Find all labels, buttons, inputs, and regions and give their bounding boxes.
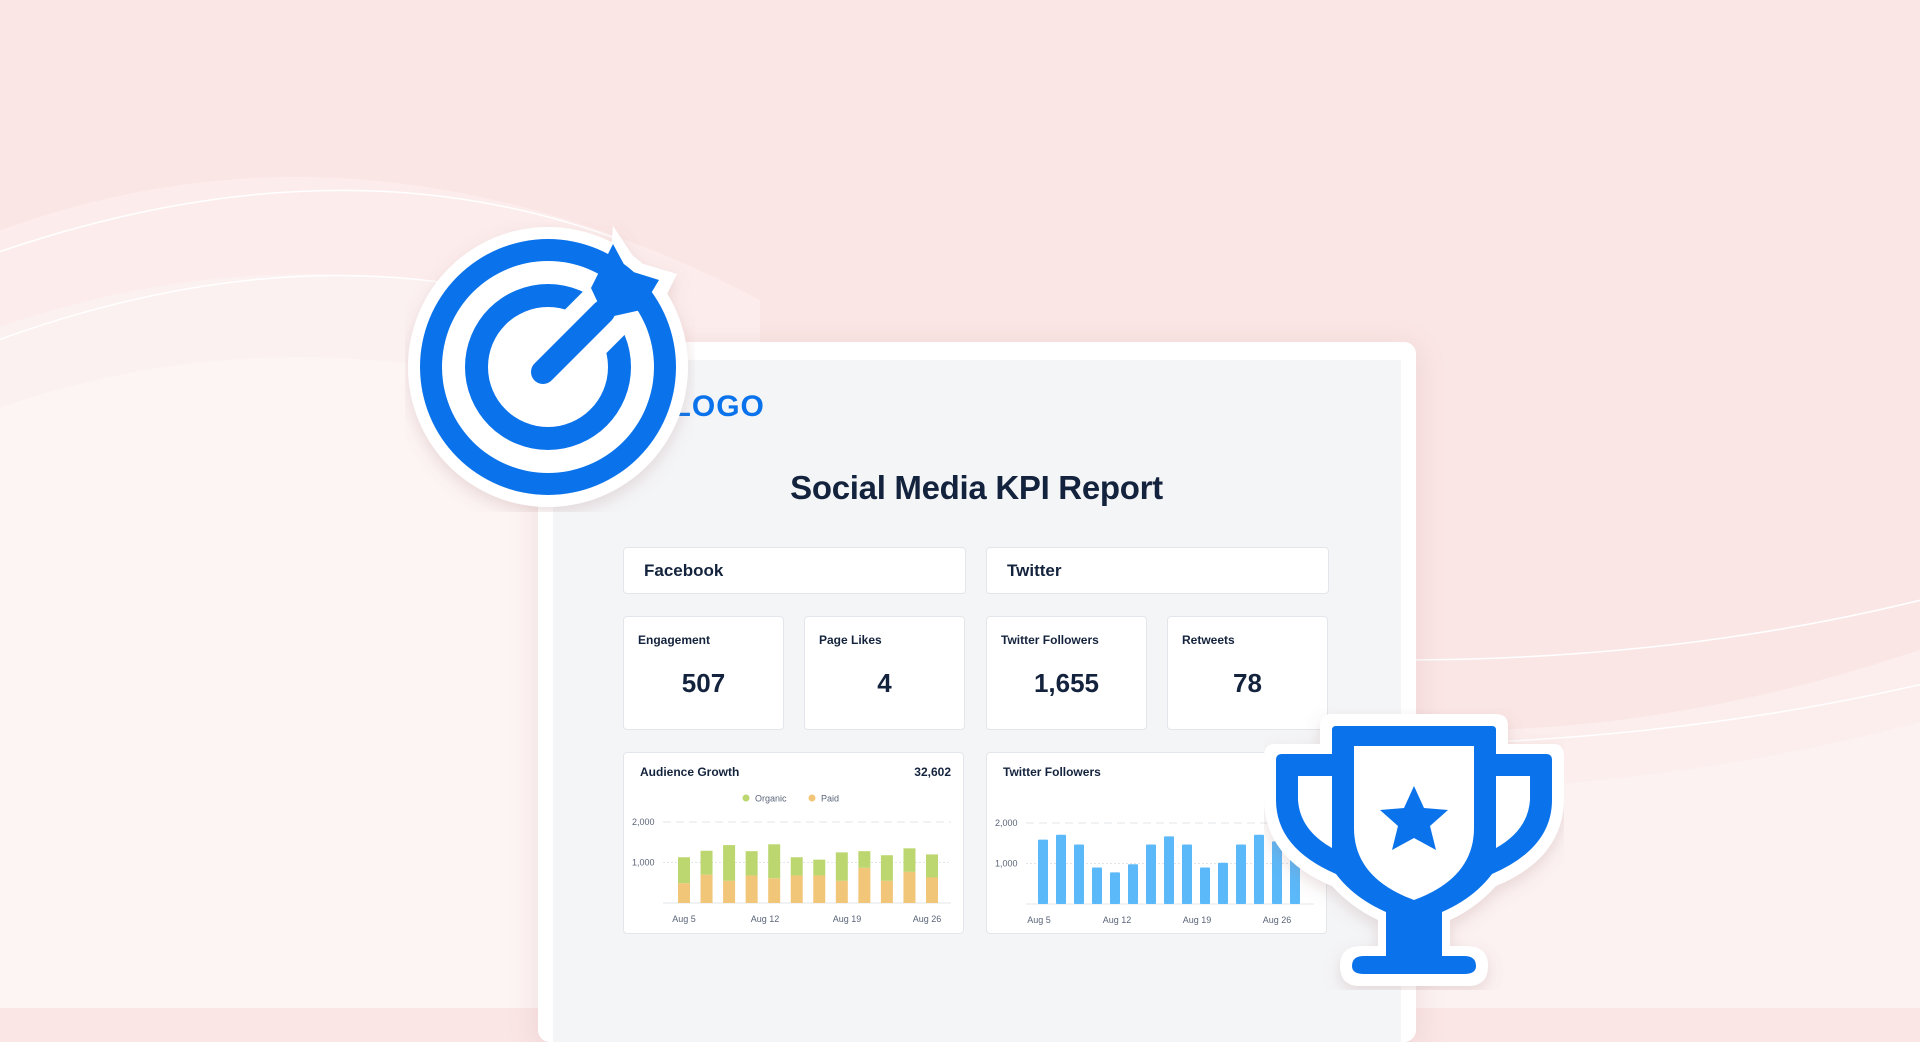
x-tick-label: Aug 19 — [1183, 915, 1212, 925]
bar-paid — [835, 880, 848, 903]
legend-label-paid: Paid — [821, 794, 839, 804]
bar — [1164, 836, 1174, 904]
y-tick-label: 1,000 — [632, 858, 655, 868]
chart-title: Twitter Followers — [1003, 765, 1101, 779]
x-tick-label: Aug 26 — [913, 914, 942, 924]
bar-organic — [835, 852, 848, 881]
kpi-page-likes: Page Likes 4 — [804, 616, 965, 730]
bar-organic — [858, 851, 871, 868]
y-tick-label: 2,000 — [632, 817, 655, 827]
kpi-label: Engagement — [638, 633, 711, 647]
bar-paid — [678, 883, 690, 903]
bar-organic — [700, 850, 713, 875]
x-tick-label: Aug 19 — [833, 914, 862, 924]
bar-organic — [745, 851, 758, 876]
bar-paid — [768, 878, 781, 903]
kpi-label: Twitter Followers — [1001, 633, 1099, 647]
bar — [1128, 864, 1138, 904]
kpi-value: 1,655 — [1033, 668, 1100, 698]
bar-paid — [858, 867, 871, 903]
bar-paid — [813, 875, 826, 903]
kpi-engagement: Engagement 507 — [623, 616, 784, 730]
bar-organic — [768, 844, 781, 879]
bar-organic — [926, 854, 938, 878]
bar — [1218, 862, 1228, 904]
kpi-value: 507 — [681, 668, 726, 698]
kpi-label: Page Likes — [819, 633, 882, 647]
x-tick-label: Aug 12 — [751, 914, 780, 924]
bar-organic — [813, 859, 826, 876]
kpi-twitter-followers: Twitter Followers 1,655 — [986, 616, 1147, 730]
bar-paid — [745, 875, 758, 903]
bar-organic — [678, 857, 690, 884]
kpi-value: 78 — [1233, 668, 1262, 698]
chart-total: 32,602 — [914, 765, 951, 779]
section-facebook: Facebook — [623, 547, 966, 594]
x-tick-label: Aug 5 — [1027, 915, 1051, 925]
legend-label-organic: Organic — [755, 794, 787, 804]
bar — [1092, 867, 1102, 904]
x-tick-label: Aug 5 — [672, 914, 696, 924]
bar — [1236, 844, 1246, 904]
section-label: Twitter — [1007, 561, 1062, 580]
bar-paid — [700, 874, 713, 903]
chart-title: Audience Growth — [640, 765, 740, 779]
bar — [1056, 834, 1066, 904]
legend-swatch-paid — [808, 794, 816, 802]
bar-organic — [723, 845, 736, 881]
audience-growth-chart: 2,000 1,000 Aug 5 Aug 12 Aug 19 Aug 26 Organic… — [623, 752, 964, 934]
bar-paid — [926, 877, 938, 903]
x-tick-label: Aug 12 — [1103, 915, 1132, 925]
section-twitter: Twitter — [986, 547, 1329, 594]
bar-paid — [723, 880, 736, 903]
bar — [1254, 834, 1264, 904]
bar-organic — [880, 855, 893, 881]
y-tick-label: 1,000 — [995, 859, 1018, 869]
y-tick-label: 2,000 — [995, 818, 1018, 828]
legend-swatch-organic — [742, 794, 750, 802]
bar — [1200, 867, 1210, 904]
bar-organic — [790, 857, 803, 876]
bar — [1146, 844, 1156, 904]
section-label: Facebook — [644, 561, 724, 580]
audience-growth-plot: 2,000 1,000 Aug 5 Aug 12 Aug 19 Aug 26 Organic… — [632, 794, 951, 924]
bar — [1038, 839, 1048, 904]
kpi-value: 4 — [877, 668, 892, 698]
bar — [1074, 844, 1084, 904]
kpi-label: Retweets — [1182, 633, 1235, 647]
trophy-star-icon — [1264, 714, 1564, 986]
bar-paid — [790, 875, 803, 903]
bar-paid — [903, 871, 916, 903]
bar-paid — [880, 880, 893, 903]
target-dart-icon — [408, 226, 688, 507]
bar — [1182, 844, 1192, 904]
bar-organic — [903, 848, 916, 872]
bar — [1110, 872, 1120, 904]
